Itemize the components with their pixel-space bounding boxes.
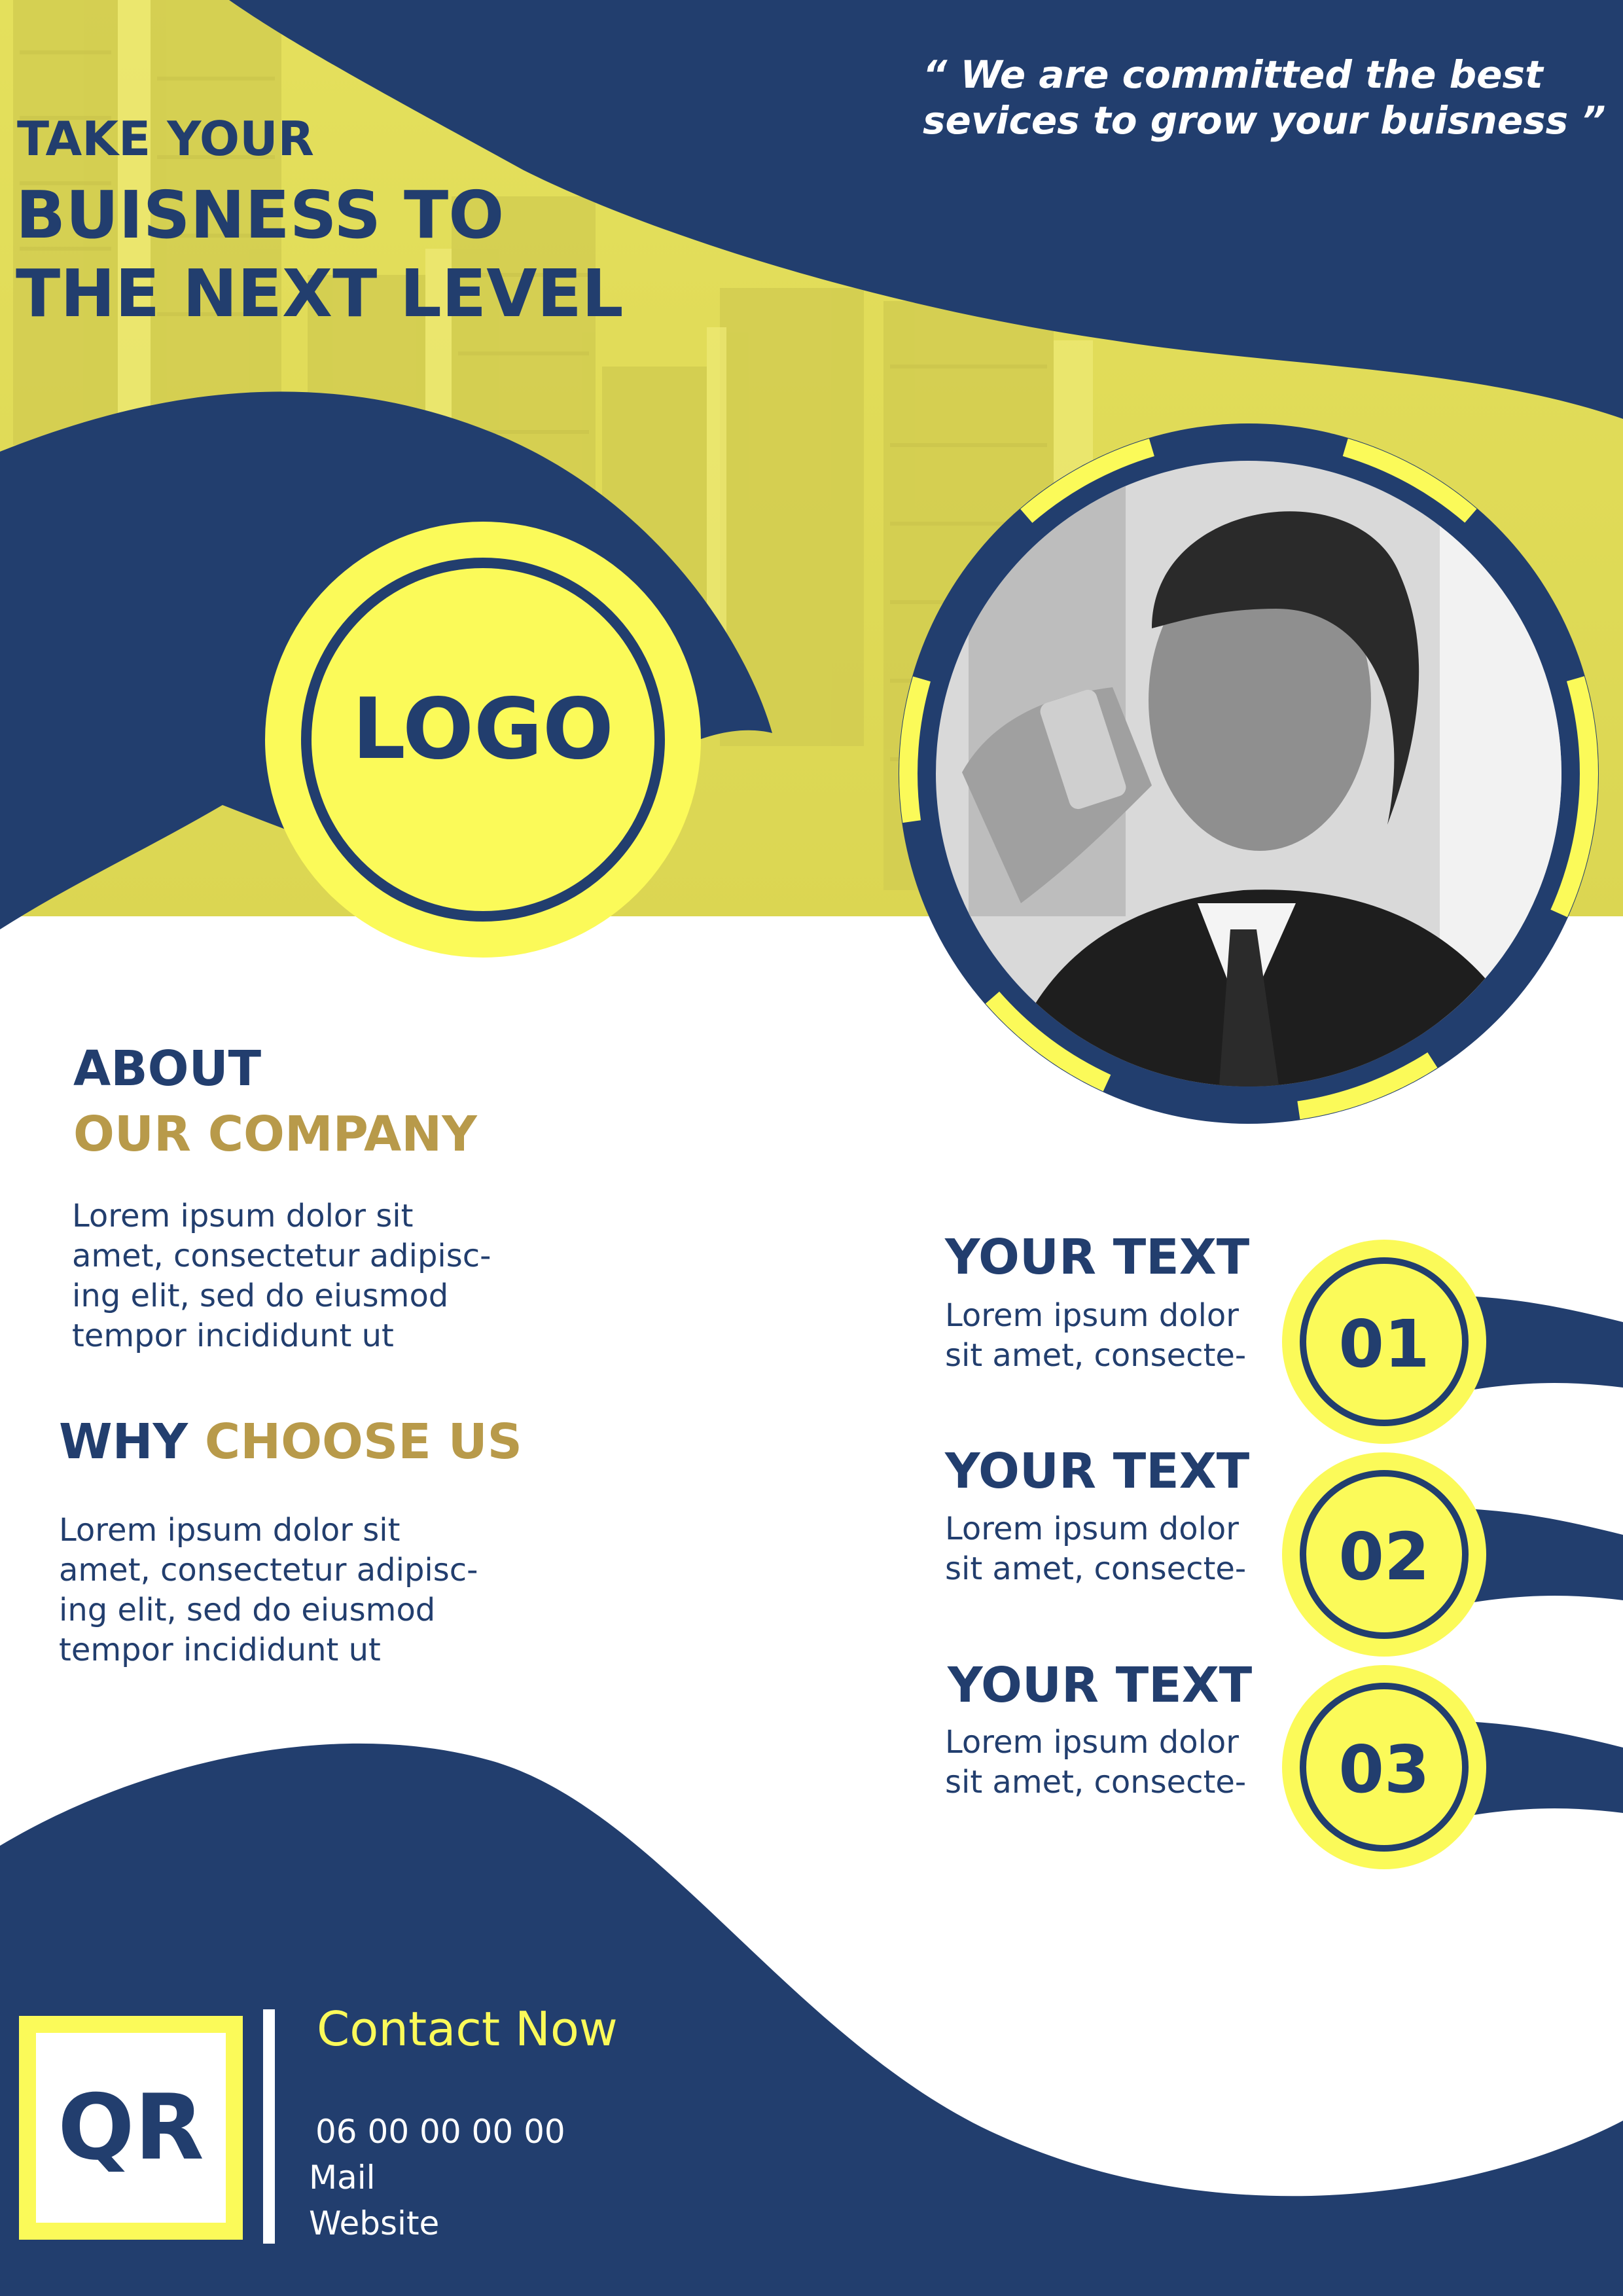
why-title-part-2: CHOOSE US (204, 1414, 522, 1470)
feature-1-title: YOUR TEXT (945, 1229, 1250, 1285)
about-body-line: Lorem ipsum dolor sit (72, 1198, 414, 1234)
flyer-page: TAKE YOUR BUISNESS TO THE NEXT LEVEL “ W… (0, 0, 1623, 2296)
about-title: ABOUT (73, 1041, 262, 1097)
contact-heading: Contact Now (317, 2001, 618, 2056)
about-body-line: tempor incididunt ut (72, 1318, 394, 1354)
why-body-line: tempor incididunt ut (59, 1632, 381, 1668)
feature-2-number: 02 (1338, 1518, 1430, 1595)
feature-1-body-line: sit amet, consecte- (945, 1337, 1247, 1374)
feature-1-number: 01 (1338, 1306, 1430, 1382)
feature-1-body-line: Lorem ipsum dolor (945, 1297, 1240, 1334)
contact-mail[interactable]: Mail (309, 2159, 376, 2197)
why-body-line: ing elit, sed do eiusmod (59, 1592, 436, 1628)
about-body-line: amet, consectetur adipisc- (72, 1238, 491, 1274)
feature-3-number: 03 (1338, 1731, 1430, 1808)
why-body-line: amet, consectetur adipisc- (59, 1552, 478, 1588)
feature-2-body-line: sit amet, consecte- (945, 1551, 1247, 1587)
logo-label: LOGO (352, 681, 614, 778)
feature-3-body-line: Lorem ipsum dolor (945, 1724, 1240, 1761)
feature-2-title: YOUR TEXT (945, 1443, 1250, 1499)
contact-phone[interactable]: 06 00 00 00 00 (315, 2113, 565, 2151)
feature-3-body: Lorem ipsum dolor sit amet, consecte- (945, 1723, 1285, 1803)
headline-line-2: BUISNESS TO (16, 177, 505, 253)
about-body: Lorem ipsum dolor sit amet, consectetur … (72, 1196, 491, 1356)
quote-line-2: sevices to grow your buisness ” (923, 98, 1606, 143)
feature-2-body-line: Lorem ipsum dolor (945, 1511, 1240, 1547)
headline-line-1: TAKE YOUR (17, 111, 314, 166)
feature-3-body-line: sit amet, consecte- (945, 1764, 1247, 1801)
quote-line-1: “ We are committed the best (923, 52, 1543, 97)
why-body: Lorem ipsum dolor sit amet, consectetur … (59, 1511, 478, 1670)
feature-3-title: YOUR TEXT (948, 1657, 1253, 1713)
why-title: WHY CHOOSE US (59, 1414, 522, 1470)
feature-2-body: Lorem ipsum dolor sit amet, consecte- (945, 1509, 1285, 1589)
about-subtitle: OUR COMPANY (73, 1106, 477, 1162)
feature-connectors (1466, 1296, 1623, 1816)
qr-code[interactable]: QR (27, 2075, 234, 2180)
why-body-line: Lorem ipsum dolor sit (59, 1512, 401, 1549)
why-title-part-1: WHY (59, 1414, 188, 1470)
headline-line-3: THE NEXT LEVEL (16, 255, 624, 332)
about-body-line: ing elit, sed do eiusmod (72, 1278, 449, 1314)
contact-divider (263, 2009, 275, 2244)
contact-website[interactable]: Website (309, 2204, 439, 2242)
feature-1-body: Lorem ipsum dolor sit amet, consecte- (945, 1296, 1285, 1376)
